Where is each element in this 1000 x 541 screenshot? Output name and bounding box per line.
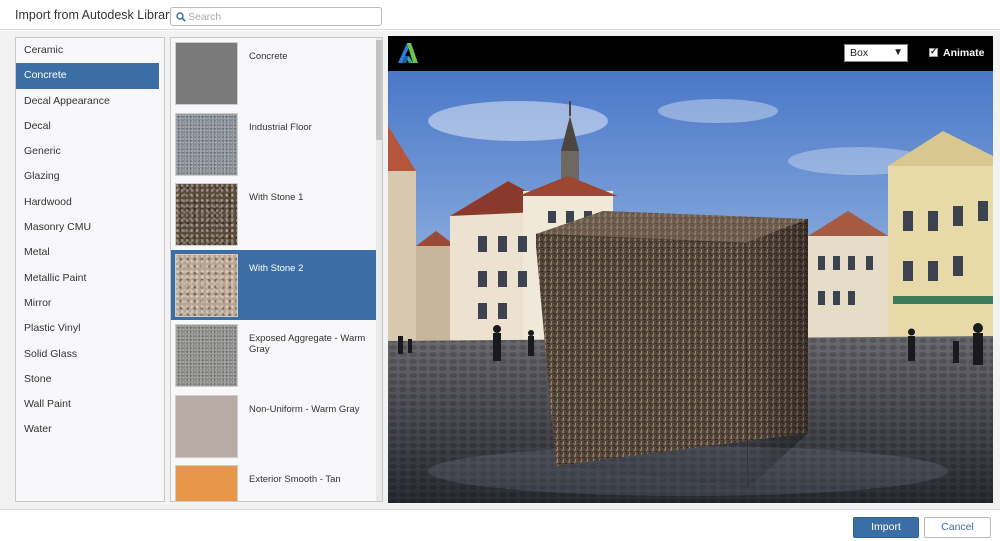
category-list: Ceramic Concrete Decal Appearance Decal Gene… xyxy=(15,37,165,502)
dialog-footer: Import Cancel xyxy=(0,509,1000,541)
category-item-decal[interactable]: Decal xyxy=(16,114,164,139)
dialog-body: Ceramic Concrete Decal Appearance Decal Gene… xyxy=(0,31,1000,509)
category-item-generic[interactable]: Generic xyxy=(16,139,164,164)
category-item-wall-paint[interactable]: Wall Paint xyxy=(16,392,164,417)
material-item[interactable]: Industrial Floor xyxy=(171,109,382,180)
preview-shape-select[interactable]: Box ▼ xyxy=(844,44,908,62)
animate-label: Animate xyxy=(943,47,985,59)
material-label: With Stone 2 xyxy=(249,262,304,274)
category-item-masonry-cmu[interactable]: Masonry CMU xyxy=(16,215,164,240)
material-item[interactable]: Exposed Aggregate - Warm Gray xyxy=(171,320,382,391)
animate-checkbox[interactable] xyxy=(929,46,938,57)
category-item-mirror[interactable]: Mirror xyxy=(16,291,164,316)
material-item[interactable]: With Stone 1 xyxy=(171,179,382,250)
category-item-glazing[interactable]: Glazing xyxy=(16,164,164,189)
dialog-header: Import from Autodesk Library xyxy=(0,0,1000,30)
material-item[interactable]: Exterior Smooth - Tan xyxy=(171,461,382,501)
category-item-solid-glass[interactable]: Solid Glass xyxy=(16,342,164,367)
material-thumbnail xyxy=(175,465,238,501)
preview-shape-value: Box xyxy=(850,47,869,59)
category-item-ceramic[interactable]: Ceramic xyxy=(16,38,164,63)
material-label: Concrete xyxy=(249,51,288,62)
material-label: Exterior Smooth - Tan xyxy=(249,474,341,485)
preview-toolbar: Box ▼ Animate xyxy=(388,36,993,71)
category-item-metal[interactable]: Metal xyxy=(16,240,164,265)
dropdown-arrow-icon: ▼ xyxy=(893,47,903,58)
category-item-metallic-paint[interactable]: Metallic Paint xyxy=(16,266,164,291)
autodesk-logo-icon xyxy=(398,43,418,63)
dialog-title: Import from Autodesk Library xyxy=(15,8,176,22)
material-thumbnail xyxy=(175,42,238,105)
material-item[interactable]: Non-Uniform - Warm Gray xyxy=(171,391,382,462)
material-label: Non-Uniform - Warm Gray xyxy=(249,403,360,415)
material-thumbnail xyxy=(175,253,238,317)
scrollbar-thumb[interactable] xyxy=(376,40,382,140)
cancel-button[interactable]: Cancel xyxy=(924,517,991,538)
category-item-plastic-vinyl[interactable]: Plastic Vinyl xyxy=(16,316,164,341)
material-list: Concrete Industrial Floor With Stone 1 With… xyxy=(170,37,383,502)
material-item[interactable]: With Stone 2 xyxy=(171,249,382,320)
category-item-stone[interactable]: Stone xyxy=(16,367,164,392)
category-item-water[interactable]: Water xyxy=(16,417,164,442)
category-item-hardwood[interactable]: Hardwood xyxy=(16,190,164,215)
search-icon xyxy=(176,12,186,22)
material-label: With Stone 1 xyxy=(249,192,304,203)
material-thumbnail xyxy=(175,324,238,387)
search-box[interactable] xyxy=(170,7,382,26)
material-preview: Box ▼ Animate xyxy=(388,36,993,503)
category-item-concrete[interactable]: Concrete xyxy=(16,63,159,89)
import-button[interactable]: Import xyxy=(853,517,919,538)
material-thumbnail xyxy=(175,183,238,246)
preview-scene-image xyxy=(388,71,993,503)
material-item[interactable]: Concrete xyxy=(171,38,382,109)
search-input[interactable] xyxy=(188,9,378,24)
material-thumbnail xyxy=(175,394,238,458)
material-thumbnail xyxy=(175,112,238,176)
category-item-decal-appearance[interactable]: Decal Appearance xyxy=(16,89,164,114)
material-label: Exposed Aggregate - Warm Gray xyxy=(249,333,366,355)
material-label: Industrial Floor xyxy=(249,121,312,133)
material-list-scrollbar[interactable] xyxy=(376,38,382,501)
